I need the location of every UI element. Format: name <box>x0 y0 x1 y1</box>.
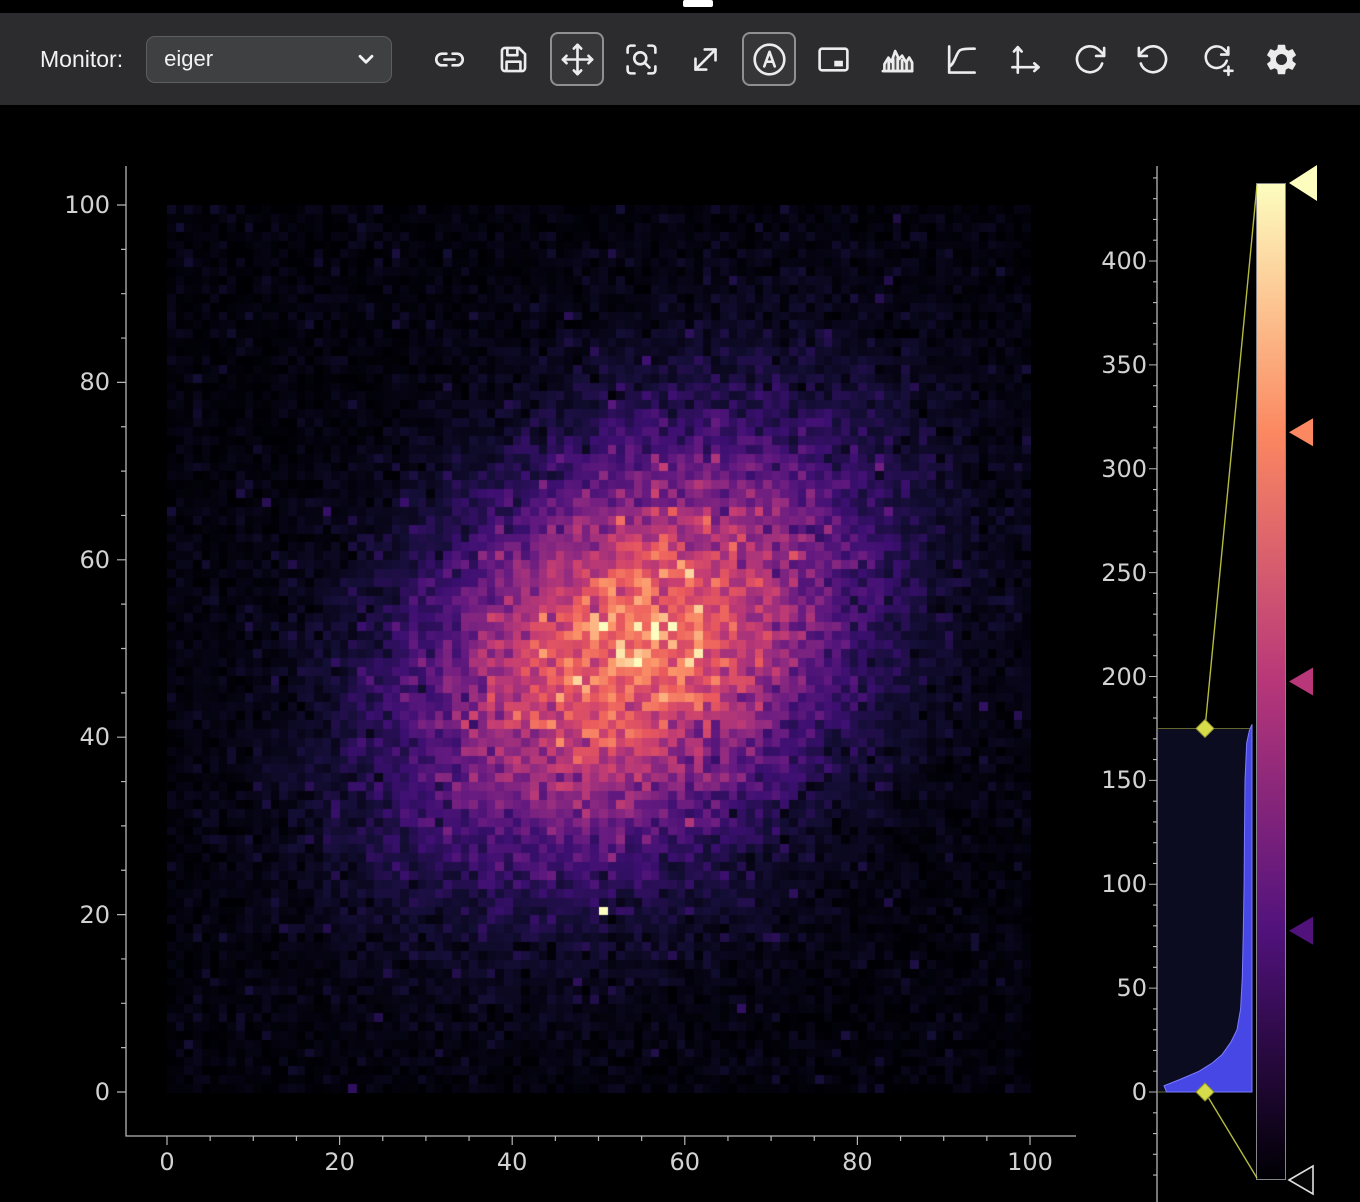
x-tick-label: 0 <box>122 1146 212 1178</box>
lut-region-handle-low[interactable] <box>1196 1083 1214 1101</box>
gradient-tick-3[interactable] <box>1289 418 1313 446</box>
chevron-down-icon <box>353 46 379 72</box>
x-tick-label: 40 <box>467 1146 557 1178</box>
monitor-select[interactable]: eiger <box>146 36 392 83</box>
link-icon <box>431 41 468 78</box>
lut-histogram-curve[interactable] <box>1164 724 1252 1092</box>
heatmap-image[interactable] <box>167 205 1031 1093</box>
histogram-button[interactable] <box>870 32 924 86</box>
settings-gear-icon <box>1263 41 1300 78</box>
lut-region-handle-high[interactable] <box>1196 719 1214 737</box>
y-tick-label: 40 <box>30 721 110 753</box>
colorbar-tick-label: 0 <box>1067 1076 1147 1108</box>
colorbar-tick-label: 400 <box>1067 245 1147 277</box>
y-tick-label: 20 <box>30 899 110 931</box>
y-tick-label: 80 <box>30 366 110 398</box>
picture-in-picture-icon <box>815 41 852 78</box>
colorbar-tick-label: 50 <box>1067 972 1147 1004</box>
toolbar-buttons <box>422 32 1308 86</box>
colorbar-axis-ticks <box>1149 178 1157 1175</box>
pan-icon <box>559 41 596 78</box>
zoom-select-icon <box>623 41 660 78</box>
colorbar-tick-label: 100 <box>1067 868 1147 900</box>
monitor-label: Monitor: <box>40 46 123 73</box>
rotate-add-icon <box>1199 41 1236 78</box>
window-handle <box>683 0 713 7</box>
colorbar-tick-label: 300 <box>1067 453 1147 485</box>
colorbar-tick-label: 150 <box>1067 764 1147 796</box>
toolbar: Monitor: eiger <box>0 13 1360 105</box>
gradient-tick-2[interactable] <box>1289 668 1313 696</box>
histogram-icon <box>879 41 916 78</box>
y-tick-label: 60 <box>30 544 110 576</box>
pan-button[interactable] <box>550 32 604 86</box>
response-curve-icon <box>943 41 980 78</box>
settings-button[interactable] <box>1254 32 1308 86</box>
lut-level-region[interactable] <box>1158 728 1252 1092</box>
flip-axes-icon <box>1007 41 1044 78</box>
flip-axes-button[interactable] <box>998 32 1052 86</box>
gradient-tick-4[interactable] <box>1289 165 1317 201</box>
gradient-tick-0[interactable] <box>1289 1166 1313 1194</box>
rotate-ccw-icon <box>1135 41 1172 78</box>
link-button[interactable] <box>422 32 476 86</box>
gradient-bar[interactable] <box>1256 183 1286 1180</box>
gradient-tick-1[interactable] <box>1289 917 1313 945</box>
curve-button[interactable] <box>934 32 988 86</box>
x-tick-label: 20 <box>295 1146 385 1178</box>
colorbar-tick-label: 200 <box>1067 661 1147 693</box>
colorbar-tick-label: 250 <box>1067 557 1147 589</box>
monitor-select-value: eiger <box>164 46 213 72</box>
rotate-cw-button[interactable] <box>1062 32 1116 86</box>
autoscale-button[interactable] <box>742 32 796 86</box>
zoom-select-button[interactable] <box>614 32 668 86</box>
x-tick-label: 60 <box>640 1146 730 1178</box>
rotate-ccw-button[interactable] <box>1126 32 1180 86</box>
colorbar-tick-label: 350 <box>1067 349 1147 381</box>
expand-button[interactable] <box>678 32 732 86</box>
rotate-add-button[interactable] <box>1190 32 1244 86</box>
y-tick-label: 0 <box>30 1076 110 1108</box>
autoscale-icon <box>751 41 788 78</box>
rotate-cw-icon <box>1071 41 1108 78</box>
x-tick-label: 100 <box>985 1146 1075 1178</box>
y-tick-label: 100 <box>30 189 110 221</box>
expand-icon <box>687 41 724 78</box>
lut-region-edges <box>1158 728 1252 1092</box>
save-icon <box>495 41 532 78</box>
lut-region-connectors <box>1205 185 1257 1178</box>
x-tick-label: 80 <box>812 1146 902 1178</box>
application-window: Monitor: eiger <box>0 0 1360 1202</box>
pip-button[interactable] <box>806 32 860 86</box>
save-button[interactable] <box>486 32 540 86</box>
